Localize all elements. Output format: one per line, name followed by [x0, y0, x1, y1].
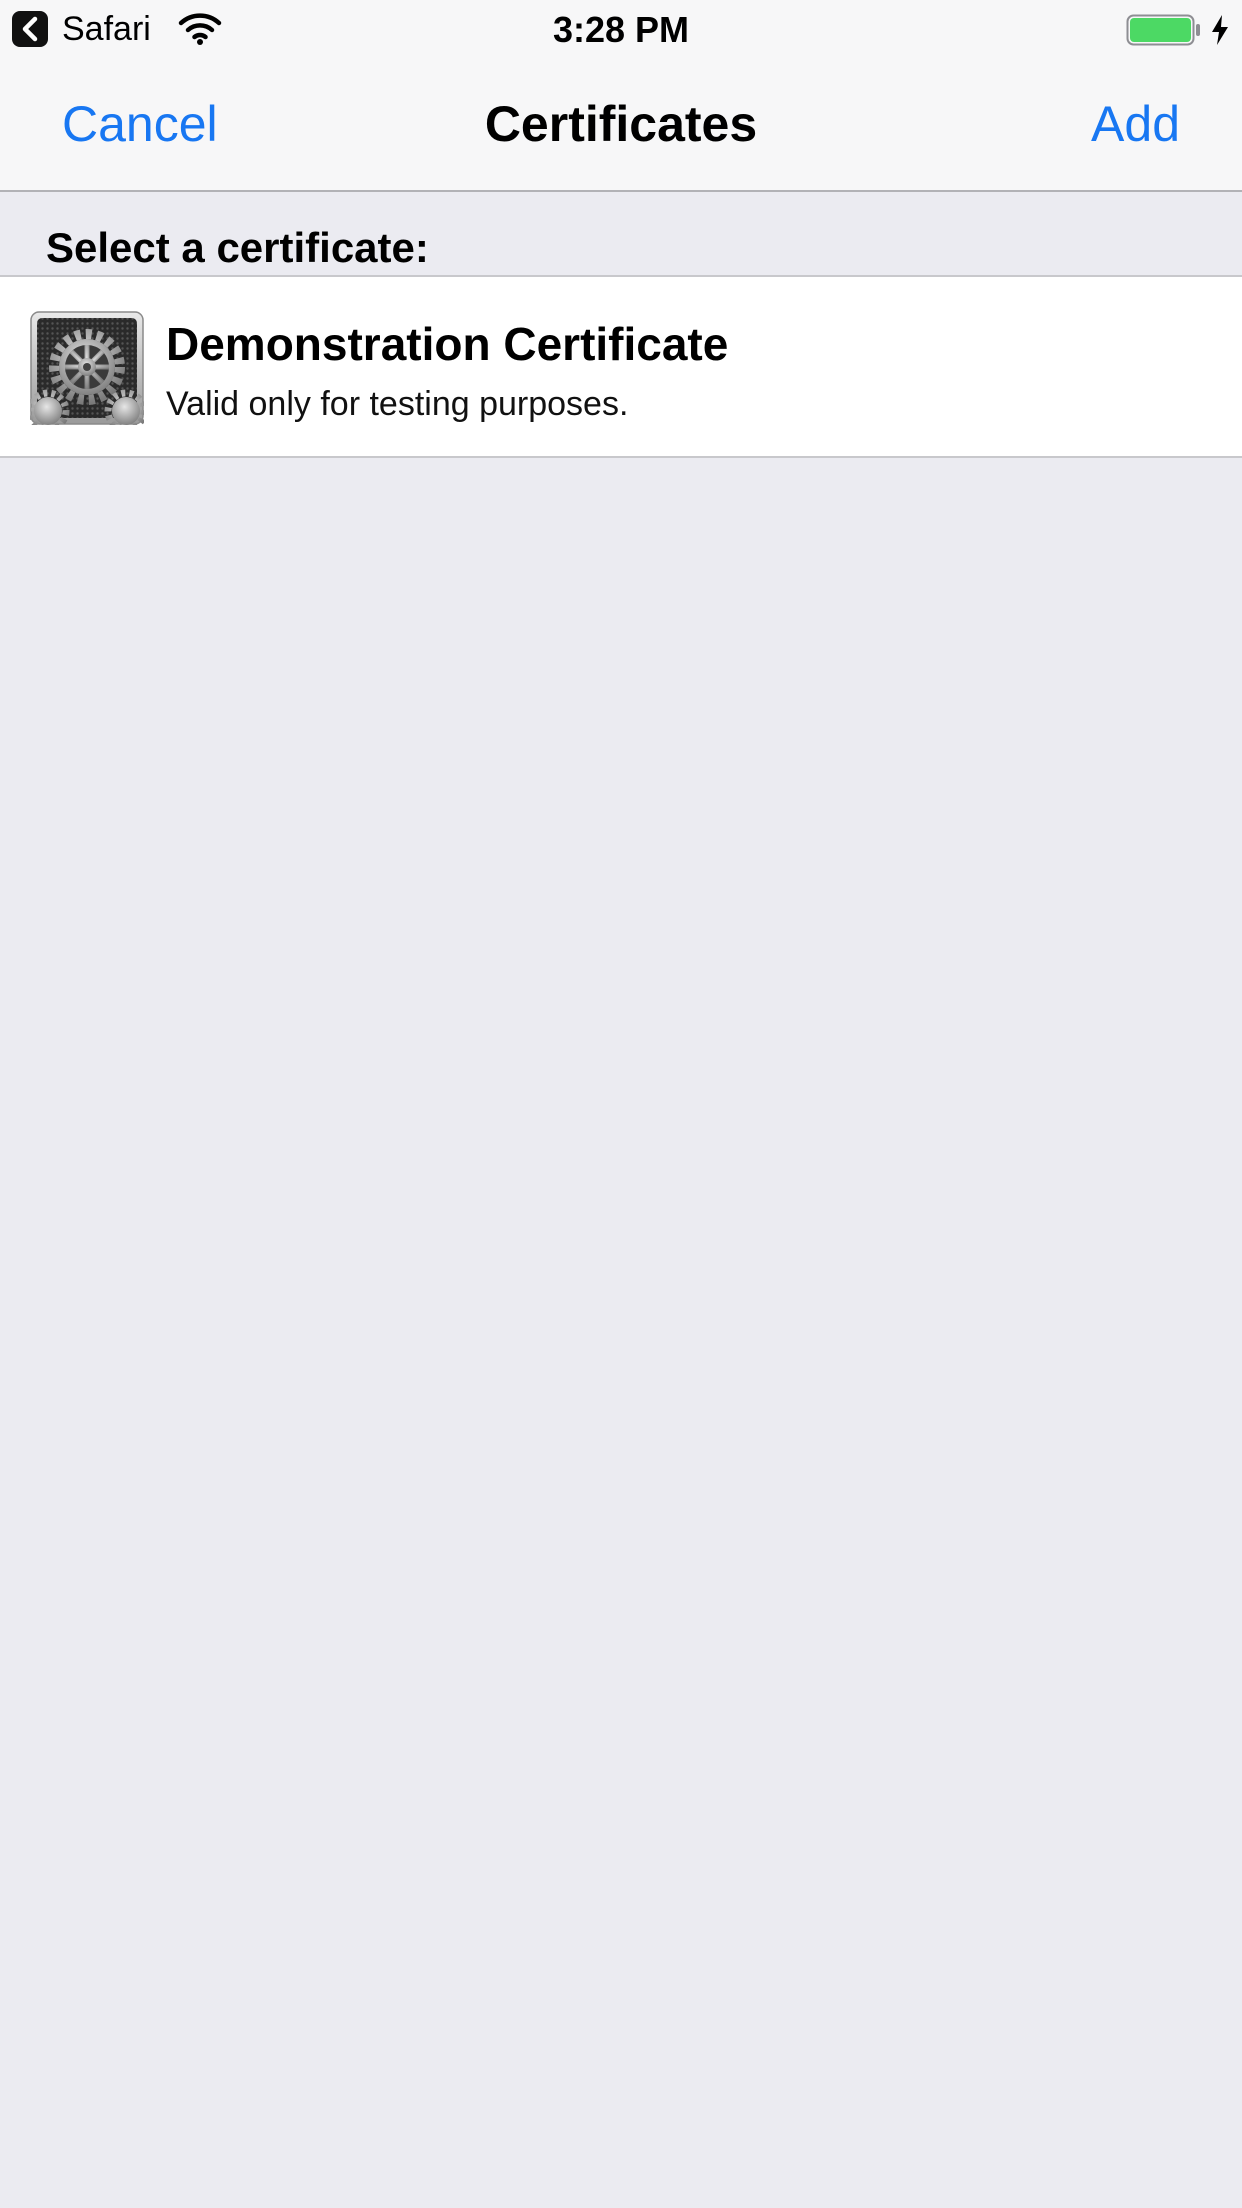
certificate-title: Demonstration Certificate — [166, 318, 729, 370]
add-button[interactable]: Add — [1091, 94, 1180, 154]
section-header: Select a certificate: — [46, 224, 429, 271]
status-time: 3:28 PM — [552, 9, 690, 50]
certificate-list: Demonstration Certificate Valid only for… — [0, 275, 1242, 458]
battery-icon — [1126, 14, 1202, 51]
navigation-bar: Cancel Certificates Add — [0, 60, 1242, 192]
settings-gear-icon — [26, 311, 148, 433]
certificate-subtitle: Valid only for testing purposes. — [166, 385, 629, 423]
charging-bolt-icon — [1210, 14, 1230, 51]
page-title: Certificates — [484, 96, 758, 152]
status-bar: Safari 3:28 PM — [0, 0, 1242, 60]
